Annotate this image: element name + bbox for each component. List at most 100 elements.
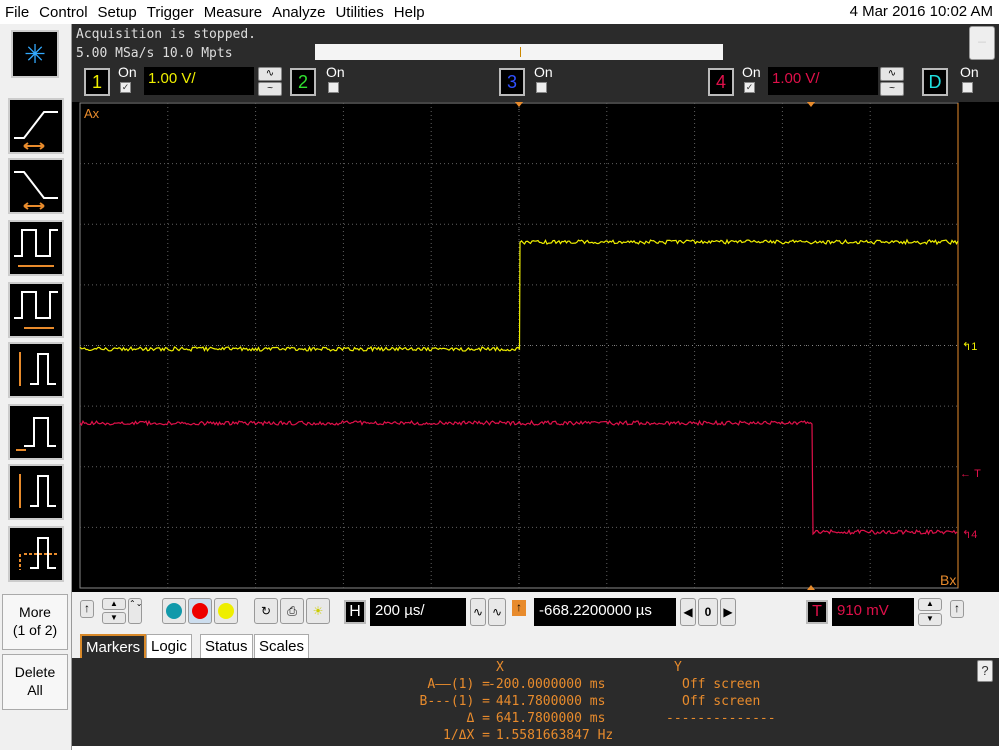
menu-measure[interactable]: Measure: [199, 4, 267, 21]
peak-peak-button[interactable]: [8, 464, 64, 520]
delay-zero-button[interactable]: 0: [698, 598, 718, 626]
delay-left-button[interactable]: ◀: [680, 598, 696, 626]
channel-4-coupling-dc[interactable]: ~: [880, 82, 904, 96]
acquisition-status: Acquisition is stopped. 5.00 MSa/s 10.0 …: [72, 24, 999, 64]
more-button[interactable]: More (1 of 2): [2, 594, 68, 650]
trigger-level[interactable]: 910 mV: [832, 598, 914, 626]
memory-bar: [315, 44, 723, 60]
delete-all-button[interactable]: Delete All: [2, 654, 68, 710]
menu-utilities[interactable]: Utilities: [330, 4, 388, 21]
trigger-position-icon: ↑: [512, 600, 526, 616]
default-setup-button[interactable]: ↻: [254, 598, 278, 624]
print-button[interactable]: ⎙: [280, 598, 304, 624]
y-header: Y: [674, 660, 682, 675]
tab-scales[interactable]: Scales: [254, 634, 309, 658]
trigger-up-button[interactable]: ▲: [918, 598, 942, 611]
stop-button[interactable]: [188, 598, 212, 624]
delete-label: Delete: [3, 663, 67, 681]
help-button[interactable]: ?: [977, 660, 993, 682]
channel-3-checkbox[interactable]: [536, 82, 547, 93]
marker-b-x: 441.7800000 ms: [488, 694, 605, 709]
channel-4-coupling-ac[interactable]: ∿: [880, 67, 904, 81]
horizontal-delay[interactable]: -668.2200000 µs: [534, 598, 676, 626]
channel-2-button[interactable]: 2: [290, 68, 316, 96]
marker-a-x: -200.0000000 ms: [488, 677, 605, 692]
channel-4-checkbox[interactable]: ✓: [744, 82, 755, 93]
horizontal-fine-button[interactable]: ∿: [470, 598, 486, 626]
menu-file[interactable]: File: [0, 4, 34, 21]
amplitude-button[interactable]: [8, 342, 64, 398]
scroll-fine-button[interactable]: ⌃⌄: [128, 598, 142, 624]
graticule: [72, 102, 999, 592]
channel-1-checkbox[interactable]: ✓: [120, 82, 131, 93]
inverse-delta-label: 1/ΔX =: [400, 728, 490, 743]
sun-icon: ☀: [313, 604, 324, 618]
channel-4-scale[interactable]: 1.00 V/: [768, 67, 878, 95]
top-button[interactable]: [8, 404, 64, 460]
trigger-edge-button[interactable]: ↑: [950, 600, 964, 618]
trigger-down-button[interactable]: ▼: [918, 613, 942, 626]
falling-edge-icon: [10, 160, 62, 212]
digital-on-label: On: [960, 64, 979, 80]
channel-1-on-label: On: [118, 64, 137, 80]
channel-1-scale[interactable]: 1.00 V/: [144, 67, 254, 95]
channel-4-button[interactable]: 4: [708, 68, 734, 96]
tab-status[interactable]: Status: [200, 634, 253, 658]
scroll-down-button[interactable]: ▼: [102, 612, 126, 624]
average-button[interactable]: [8, 526, 64, 582]
control-bar: ↑ ▲ ▼ ⌃⌄ ↻ ⎙ ☀ H 200 µs/ ∿ ∿ ↑ -668.2200…: [72, 592, 999, 632]
marker-b-y: Off screen: [682, 694, 760, 709]
more-page: (1 of 2): [3, 621, 67, 639]
marker-a-label: Ax: [84, 106, 99, 121]
octagon-teal-icon: [166, 603, 182, 619]
channel-2-checkbox[interactable]: [328, 82, 339, 93]
x-header: X: [496, 660, 504, 675]
more-label: More: [3, 603, 67, 621]
marker-a-row-label: A——(1) =: [400, 677, 490, 692]
frequency-button[interactable]: [8, 282, 64, 338]
sidebar: ✳ More (1 of 2) Delete All: [0, 24, 72, 750]
intensity-button[interactable]: ☀: [306, 598, 330, 624]
menu-help[interactable]: Help: [389, 4, 430, 21]
rise-time-button[interactable]: [8, 98, 64, 154]
channel-1-ground-marker: ↰1: [962, 340, 977, 353]
waveform-display[interactable]: Ax Bx ↰1 ← T ↰4: [72, 102, 999, 592]
minimize-button[interactable]: —: [969, 26, 995, 60]
period-icon: [10, 222, 62, 274]
channel-3-on-label: On: [534, 64, 553, 80]
digital-button[interactable]: D: [922, 68, 948, 96]
tab-markers[interactable]: Markers: [80, 634, 146, 658]
delete-all-label: All: [3, 681, 67, 699]
period-button[interactable]: [8, 220, 64, 276]
horizontal-scale[interactable]: 200 µs/: [370, 598, 466, 626]
tab-bar: Markers Logic Status Scales: [72, 632, 999, 658]
menu-control[interactable]: Control: [34, 4, 92, 21]
channel-1-coupling-dc[interactable]: ~: [258, 82, 282, 96]
channel-3-button[interactable]: 3: [499, 68, 525, 96]
trigger-button[interactable]: T: [806, 600, 828, 624]
logo-icon[interactable]: ✳: [11, 30, 59, 78]
menu-setup[interactable]: Setup: [93, 4, 142, 21]
marker-top-indicator: [807, 102, 815, 107]
single-button[interactable]: [214, 598, 238, 624]
delta-y: --------------: [666, 711, 776, 726]
cursor-arrow-button[interactable]: ↑: [80, 600, 94, 618]
average-icon: [10, 528, 62, 580]
delta-x: 641.7800000 ms: [488, 711, 605, 726]
menu-trigger[interactable]: Trigger: [142, 4, 199, 21]
menu-bar: File Control Setup Trigger Measure Analy…: [0, 0, 999, 24]
scroll-up-button[interactable]: ▲: [102, 598, 126, 610]
tab-logic[interactable]: Logic: [146, 634, 192, 658]
channel-4-on-label: On: [742, 64, 761, 80]
menu-analyze[interactable]: Analyze: [267, 4, 330, 21]
auto-scale-button[interactable]: [162, 598, 186, 624]
delay-right-button[interactable]: ▶: [720, 598, 736, 626]
horizontal-coarse-button[interactable]: ∿: [488, 598, 506, 626]
channel-1-button[interactable]: 1: [84, 68, 110, 96]
peak-peak-icon: [10, 466, 62, 518]
fall-time-button[interactable]: [8, 158, 64, 214]
channel-1-coupling-ac[interactable]: ∿: [258, 67, 282, 81]
octagon-red-icon: [192, 603, 208, 619]
horizontal-button[interactable]: H: [344, 600, 366, 624]
digital-checkbox[interactable]: [962, 82, 973, 93]
